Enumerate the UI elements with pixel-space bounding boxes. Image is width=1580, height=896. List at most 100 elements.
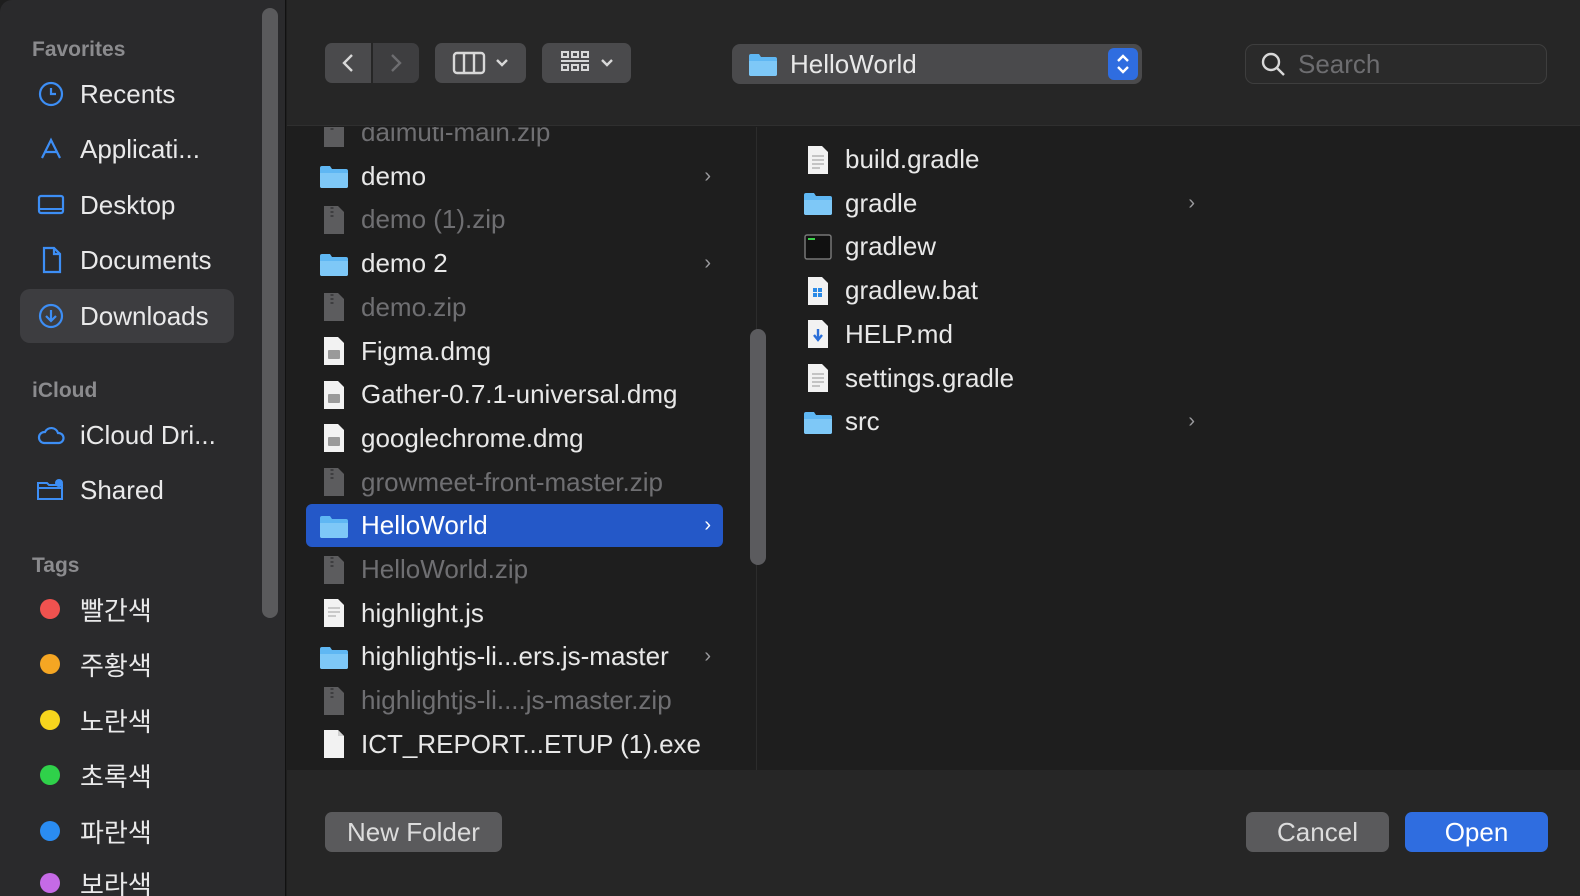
sidebar-item-shared[interactable]: Shared [20,463,234,517]
list-item[interactable]: build.gradle [790,138,1207,181]
list-item[interactable]: highlightjs-li....js-master.zip [306,679,723,722]
list-item[interactable]: demo.zip [306,286,723,329]
list-item[interactable]: HelloWorld.zip [306,548,723,591]
zip-file-icon [319,205,349,235]
list-item[interactable]: ICT_REPORT...ETUP (1).exe [306,723,723,766]
folder-icon [319,249,349,279]
dmg-file-icon [319,423,349,453]
list-item-label: highlightjs-li...ers.js-master [361,641,669,672]
sidebar-tag-green[interactable]: 초록색 [20,748,234,802]
chevron-down-icon [495,59,508,67]
sidebar-item-icloud-drive[interactable]: iCloud Dri... [20,408,234,462]
path-popup-button[interactable]: HelloWorld [732,44,1142,84]
sidebar-item-documents[interactable]: Documents [20,233,234,287]
search-input[interactable] [1298,48,1528,80]
list-item[interactable]: demo › [306,155,723,198]
list-item[interactable]: demo 2 › [306,242,723,285]
purple-tag-dot-icon [40,873,60,893]
list-item[interactable]: Figma.dmg [306,330,723,373]
text-file-icon [803,363,833,393]
sidebar-item-applications[interactable]: Applicati... [20,122,234,176]
sidebar-item-label: Downloads [80,300,209,331]
list-item-label: gradle [845,187,918,218]
sidebar-item-desktop[interactable]: Desktop [20,178,234,232]
folder-icon [803,407,833,437]
list-item-label: googlechrome.dmg [361,422,584,453]
sidebar-item-label: 빨간색 [80,595,152,626]
yellow-tag-dot-icon [40,710,60,730]
sidebar-item-label: Recents [80,78,176,109]
list-item-label: src [845,406,880,437]
chevron-right-icon [391,54,402,72]
list-item[interactable]: highlight.js [306,592,723,635]
column-scrollbar[interactable] [750,329,766,565]
view-columns-button[interactable] [435,43,526,83]
sidebar-tag-purple[interactable]: 보라색 [20,856,234,896]
new-folder-button[interactable]: New Folder [325,812,502,852]
list-item[interactable]: settings.gradle [790,357,1207,400]
list-item[interactable]: HELP.md [790,313,1207,356]
list-item-label: growmeet-front-master.zip [361,466,663,497]
forward-button[interactable] [373,43,419,83]
file-file-icon [319,729,349,759]
document-icon [36,245,66,275]
list-item[interactable]: HelloWorld › [306,504,723,548]
icloud-section-label: iCloud [32,379,98,402]
list-item[interactable]: gradlew [790,225,1207,268]
column-browser: daimuti-main.zip demo › demo (1).zip demo 2 ›… [287,127,1580,770]
sidebar-tag-orange[interactable]: 주황색 [20,637,234,691]
md-file-icon [803,319,833,349]
sidebar-tag-yellow[interactable]: 노란색 [20,693,234,747]
desktop-icon [36,190,66,220]
list-item[interactable]: Gather-0.7.1-universal.dmg [306,373,723,416]
list-item[interactable]: demo (1).zip [306,198,723,241]
zip-file-icon [319,292,349,322]
list-item-label: demo.zip [361,291,467,322]
folder-icon [319,642,349,672]
sidebar-item-label: Documents [80,244,212,275]
orange-tag-dot-icon [40,654,60,674]
chevron-right-icon: › [1188,191,1195,214]
path-popup-label: HelloWorld [790,48,917,79]
list-item-label: demo (1).zip [361,204,506,235]
list-item-label: Gather-0.7.1-universal.dmg [361,379,678,410]
back-button[interactable] [325,43,371,83]
dmg-file-icon [319,380,349,410]
list-item[interactable]: gradlew.bat [790,269,1207,312]
sidebar-tag-red[interactable]: 빨간색 [20,582,234,636]
dmg-file-icon [319,336,349,366]
list-item[interactable]: googlechrome.dmg [306,417,723,460]
toolbar: HelloWorld [287,0,1580,126]
chevron-left-icon [342,54,353,72]
chevron-right-icon: › [1188,410,1195,433]
sidebar-item-label: 보라색 [80,869,152,896]
sidebar-item-downloads[interactable]: Downloads [20,289,234,343]
columns-view-icon [452,51,485,75]
search-field[interactable] [1245,44,1547,84]
sidebar-scrollbar[interactable] [262,8,278,618]
sidebar-item-recents[interactable]: Recents [20,67,234,121]
bat-file-icon [803,276,833,306]
list-item-label: gradlew [845,231,937,262]
list-item-label: settings.gradle [845,362,1015,393]
list-item-label: HELP.md [845,318,953,349]
cancel-button[interactable]: Cancel [1246,812,1389,852]
list-item[interactable]: gradle › [790,182,1207,225]
group-by-button[interactable] [542,43,631,83]
blue-tag-dot-icon [40,821,60,841]
list-item[interactable]: highlightjs-li...ers.js-master › [306,635,723,678]
grid-icon [560,51,589,71]
chevron-right-icon: › [704,164,711,187]
zip-file-icon [319,555,349,585]
helloworld-column: build.gradle gradle › gradlew gradlew.bat HEL… [771,127,1211,770]
open-button[interactable]: Open [1405,812,1548,852]
list-item-label: highlightjs-li....js-master.zip [361,685,672,716]
list-item[interactable]: growmeet-front-master.zip [306,461,723,504]
chevron-down-icon [600,59,613,67]
list-item-label: highlight.js [361,597,484,628]
applications-icon [36,134,66,164]
list-item[interactable]: daimuti-main.zip [306,127,723,154]
list-item[interactable]: src › [790,400,1207,443]
sidebar-tag-blue[interactable]: 파란색 [20,804,234,858]
folder-icon [319,511,349,541]
